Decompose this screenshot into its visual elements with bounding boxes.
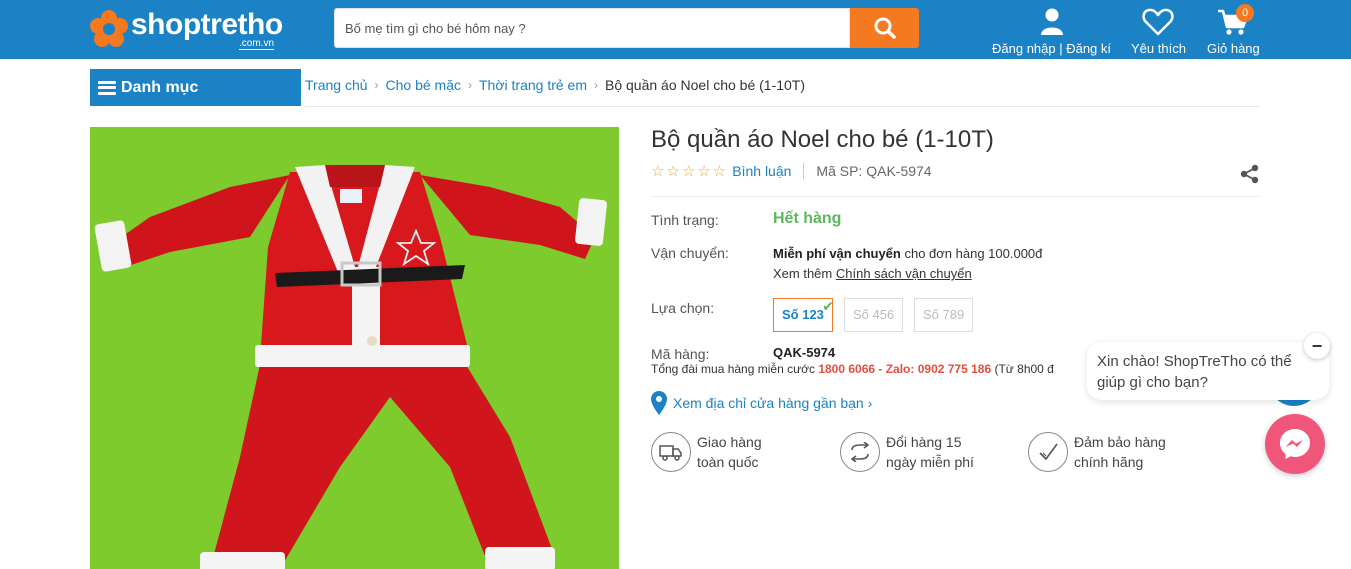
- hotline-suffix: (Từ 8h00 đ: [991, 362, 1054, 376]
- feature-free-exchange: Đổi hàng 15 ngày miễn phí: [840, 432, 986, 472]
- product-sku: Mã SP: QAK-5974: [816, 163, 932, 179]
- logo-flower-icon: [90, 10, 128, 47]
- option-size-456[interactable]: Số 456: [844, 298, 904, 332]
- search-icon: [874, 17, 896, 39]
- product-image[interactable]: [90, 127, 619, 569]
- category-menu-button[interactable]: Danh mục: [90, 69, 301, 106]
- hotline-number[interactable]: 1800 6066 - Zalo: 0902 775 186: [818, 362, 991, 376]
- option-size-123[interactable]: Số 123 ✔: [773, 298, 834, 332]
- breadcrumb-current: Bộ quần áo Noel cho bé (1-10T): [605, 77, 806, 93]
- exchange-icon: [840, 432, 880, 472]
- feature-line: Đảm bảo hàng: [1074, 434, 1166, 450]
- feature-authentic-guarantee: Đảm bảo hàng chính hãng: [1028, 432, 1174, 472]
- breadcrumb-home[interactable]: Trang chủ: [305, 77, 368, 93]
- truck-icon: [651, 432, 691, 472]
- wishlist-label: Yêu thích: [1131, 41, 1186, 56]
- feature-line: ngày miễn phí: [886, 454, 974, 470]
- logo-domain: .com.vn: [239, 38, 275, 50]
- shipping-info: Miễn phí vận chuyển cho đơn hàng 100.000…: [773, 246, 1042, 261]
- option-label-text: Số 456: [853, 307, 895, 322]
- store-locator-link[interactable]: Xem địa chỉ cửa hàng gần bạn ›: [651, 391, 872, 415]
- breadcrumb-clothing[interactable]: Cho bé mặc: [386, 77, 461, 93]
- chat-close-button[interactable]: −: [1304, 333, 1330, 359]
- rating-row: ☆☆☆☆☆ Bình luận Mã SP: QAK-5974: [651, 162, 932, 180]
- cart-link[interactable]: 0 Giỏ hàng: [1207, 4, 1260, 56]
- store-locator-text: Xem địa chỉ cửa hàng gần bạn ›: [673, 395, 873, 411]
- cart-count-badge: 0: [1236, 4, 1254, 22]
- share-icon: [1240, 164, 1259, 184]
- checkmark-icon: [1028, 432, 1068, 472]
- chat-greeting-bubble[interactable]: Xin chào! ShopTreTho có thể giúp gì cho …: [1087, 342, 1329, 400]
- account-menu[interactable]: Đăng nhập | Đăng kí: [992, 8, 1111, 56]
- top-header: shoptretho .com.vn Đăng nhập | Đăng kí Y…: [0, 0, 1351, 59]
- option-label-text: Số 789: [923, 307, 965, 322]
- chat-greeting-text: Xin chào! ShopTreTho có thể giúp gì cho …: [1097, 353, 1292, 391]
- product-code-label: Mã hàng:: [651, 346, 710, 362]
- hotline-info: Tổng đài mua hàng miễn cước 1800 6066 - …: [651, 362, 1099, 376]
- location-pin-icon: [651, 391, 667, 415]
- user-icon: [1040, 8, 1063, 35]
- site-logo[interactable]: shoptretho .com.vn: [89, 6, 299, 52]
- feature-line: toàn quốc: [697, 454, 759, 470]
- divider: [651, 196, 1260, 197]
- minus-icon: −: [1311, 335, 1323, 356]
- stock-status: Hết hàng: [773, 210, 842, 227]
- feature-line: Đổi hàng 15: [886, 434, 962, 450]
- hotline-prefix: Tổng đài mua hàng miễn cước: [651, 362, 819, 376]
- share-button[interactable]: [1240, 164, 1260, 187]
- search-input[interactable]: [335, 9, 849, 47]
- breadcrumb-kids-fashion[interactable]: Thời trang trẻ em: [479, 77, 587, 93]
- product-title: Bộ quần áo Noel cho bé (1-10T): [651, 126, 994, 153]
- feature-line: chính hãng: [1074, 454, 1144, 470]
- option-size-789[interactable]: Số 789: [914, 298, 974, 332]
- breadcrumb: Trang chủ › Cho bé mặc › Thời trang trẻ …: [305, 77, 805, 93]
- account-label: Đăng nhập | Đăng kí: [992, 41, 1112, 56]
- search-button[interactable]: [850, 8, 919, 48]
- hamburger-icon: [98, 80, 116, 95]
- shipping-label: Vận chuyển:: [651, 245, 729, 261]
- option-label-text: Số 123: [782, 307, 824, 322]
- feature-line: Giao hàng: [697, 434, 762, 450]
- shipping-condition: cho đơn hàng 100.000đ: [900, 246, 1043, 261]
- see-more-text: Xem thêm: [773, 266, 836, 281]
- messenger-button[interactable]: [1265, 414, 1325, 474]
- option-label: Lựa chọn:: [651, 300, 715, 316]
- search-box: [334, 8, 850, 48]
- category-label: Danh mục: [121, 78, 199, 96]
- free-shipping-text: Miễn phí vận chuyển: [773, 246, 901, 261]
- review-link[interactable]: Bình luận: [732, 163, 791, 179]
- shipping-policy-link[interactable]: Chính sách vận chuyển: [836, 266, 972, 281]
- status-label: Tình trạng:: [651, 212, 719, 228]
- logo-text: shoptretho: [131, 8, 283, 41]
- messenger-icon: [1280, 429, 1310, 459]
- heart-icon: [1142, 8, 1175, 36]
- product-code-value: QAK-5974: [773, 345, 836, 360]
- wishlist-link[interactable]: Yêu thích: [1131, 8, 1186, 56]
- divider: [305, 106, 1260, 107]
- shipping-more: Xem thêm Chính sách vận chuyển: [773, 266, 972, 281]
- chevron-right-icon: ›: [468, 78, 472, 92]
- cart-label: Giỏ hàng: [1207, 41, 1260, 56]
- star-rating-icon[interactable]: ☆☆☆☆☆: [651, 162, 728, 180]
- feature-nationwide-delivery: Giao hàng toàn quốc: [651, 432, 797, 472]
- check-icon: ✔: [822, 298, 834, 314]
- santa-outfit-illustration: [94, 165, 607, 569]
- divider: [803, 163, 805, 179]
- chevron-right-icon: ›: [594, 78, 598, 92]
- chevron-right-icon: ›: [374, 78, 379, 92]
